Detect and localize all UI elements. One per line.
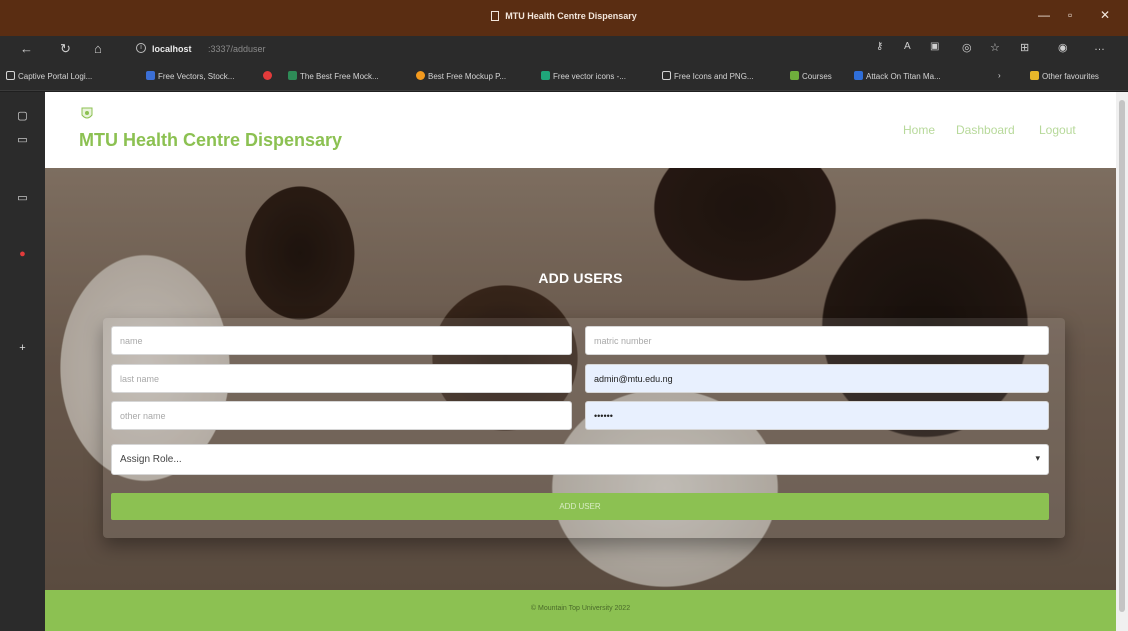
browser-sidebar: ▢ ▭ ▭ ● + xyxy=(0,92,45,631)
minimize-button[interactable]: — xyxy=(1038,8,1050,22)
scrollbar-thumb[interactable] xyxy=(1119,100,1125,612)
key-icon[interactable]: ⚷ xyxy=(876,41,883,52)
close-button[interactable]: ✕ xyxy=(1100,8,1110,22)
tab-icon[interactable]: ▣ xyxy=(930,41,939,52)
bookmark-icon xyxy=(6,71,15,80)
profile-icon[interactable]: ◉ xyxy=(1058,41,1068,54)
page-scrollbar[interactable] xyxy=(1116,92,1128,631)
bookmark-icon xyxy=(416,71,425,80)
app-icon[interactable]: ● xyxy=(16,248,29,261)
bookmark-icon xyxy=(790,71,799,80)
bookmark-item[interactable] xyxy=(263,71,275,81)
extension-icon[interactable]: ◎ xyxy=(962,41,972,54)
nav-logout-link[interactable]: Logout xyxy=(1039,123,1076,137)
form-title: ADD USERS xyxy=(538,270,623,286)
maximize-button[interactable]: ▫ xyxy=(1068,8,1072,22)
bookmark-icon xyxy=(146,71,155,80)
nav-dashboard-link[interactable]: Dashboard xyxy=(956,123,1015,137)
url-path: :3337/adduser xyxy=(208,44,266,54)
role-select[interactable]: Assign Role... ▾ xyxy=(111,444,1049,475)
favorites-icon[interactable]: ☆ xyxy=(990,41,1000,54)
read-aloud-icon[interactable]: A xyxy=(904,41,911,52)
bookmark-item[interactable]: Free Icons and PNG... xyxy=(662,71,754,81)
hero-section: ADD USERS Assign Role... ▾ ADD USER xyxy=(45,168,1116,590)
bookmark-item[interactable]: The Best Free Mock... xyxy=(288,71,379,81)
page-icon xyxy=(491,11,500,21)
bookmark-item[interactable]: Courses xyxy=(790,71,832,81)
bookmark-icon xyxy=(541,71,550,80)
window-title: MTU Health Centre Dispensary xyxy=(0,11,1128,21)
bookmark-item[interactable]: Other favourites xyxy=(1030,71,1099,81)
bookmark-item[interactable]: Attack On Titan Ma... xyxy=(854,71,941,81)
window-title-text: MTU Health Centre Dispensary xyxy=(505,11,637,21)
last-name-input[interactable] xyxy=(111,364,572,393)
chevron-down-icon: ▾ xyxy=(1035,453,1040,463)
role-select-value: Assign Role... xyxy=(120,454,182,465)
page-viewport: MTU Health Centre Dispensary Home Dashbo… xyxy=(45,92,1116,631)
bookmark-item[interactable]: Free Vectors, Stock... xyxy=(146,71,234,81)
name-input[interactable] xyxy=(111,326,572,355)
back-icon[interactable]: ← xyxy=(20,41,33,56)
site-brand[interactable]: MTU Health Centre Dispensary xyxy=(79,130,342,151)
site-footer: © Mountain Top University 2022 xyxy=(45,590,1116,631)
bookmarks-bar: Captive Portal Logi... Free Vectors, Sto… xyxy=(0,64,1128,91)
url-host: localhost xyxy=(152,44,192,54)
bookmark-icon xyxy=(662,71,671,80)
add-user-button[interactable]: ADD USER xyxy=(111,493,1049,520)
bookmark-item[interactable]: Free vector icons -... xyxy=(541,71,626,81)
address-bar[interactable]: i localhost :3337/adduser xyxy=(134,41,854,59)
home-icon[interactable]: ⌂ xyxy=(94,41,102,56)
email-input[interactable] xyxy=(585,364,1049,393)
info-icon[interactable]: i xyxy=(136,43,146,53)
refresh-icon[interactable]: ↻ xyxy=(60,41,71,57)
password-input[interactable] xyxy=(585,401,1049,430)
browser-toolbar: ← ↻ ⌂ i localhost :3337/adduser ⚷ A ▣ ◎ … xyxy=(0,36,1128,64)
matric-number-input[interactable] xyxy=(585,326,1049,355)
bookmark-icon xyxy=(263,71,272,80)
add-icon[interactable]: + xyxy=(16,342,29,355)
more-icon[interactable]: … xyxy=(1094,41,1105,53)
bookmarks-overflow-icon[interactable]: › xyxy=(998,71,1001,80)
bookmark-icon xyxy=(854,71,863,80)
collections-icon[interactable]: ⊞ xyxy=(1020,41,1029,54)
folder-icon xyxy=(1030,71,1039,80)
bookmark-item[interactable]: Captive Portal Logi... xyxy=(6,71,92,81)
nav-home-link[interactable]: Home xyxy=(903,123,935,137)
site-header: MTU Health Centre Dispensary Home Dashbo… xyxy=(45,92,1116,168)
footer-copyright: © Mountain Top University 2022 xyxy=(530,605,631,612)
window-titlebar: MTU Health Centre Dispensary — ▫ ✕ xyxy=(0,0,1128,36)
other-name-input[interactable] xyxy=(111,401,572,430)
bookmark-item[interactable]: Best Free Mockup P... xyxy=(416,71,506,81)
bookmark-icon xyxy=(288,71,297,80)
page-icon[interactable]: ▭ xyxy=(16,134,29,147)
tab-actions-icon[interactable]: ▢ xyxy=(16,110,29,123)
page-icon[interactable]: ▭ xyxy=(16,192,29,205)
logo-icon xyxy=(81,107,93,119)
